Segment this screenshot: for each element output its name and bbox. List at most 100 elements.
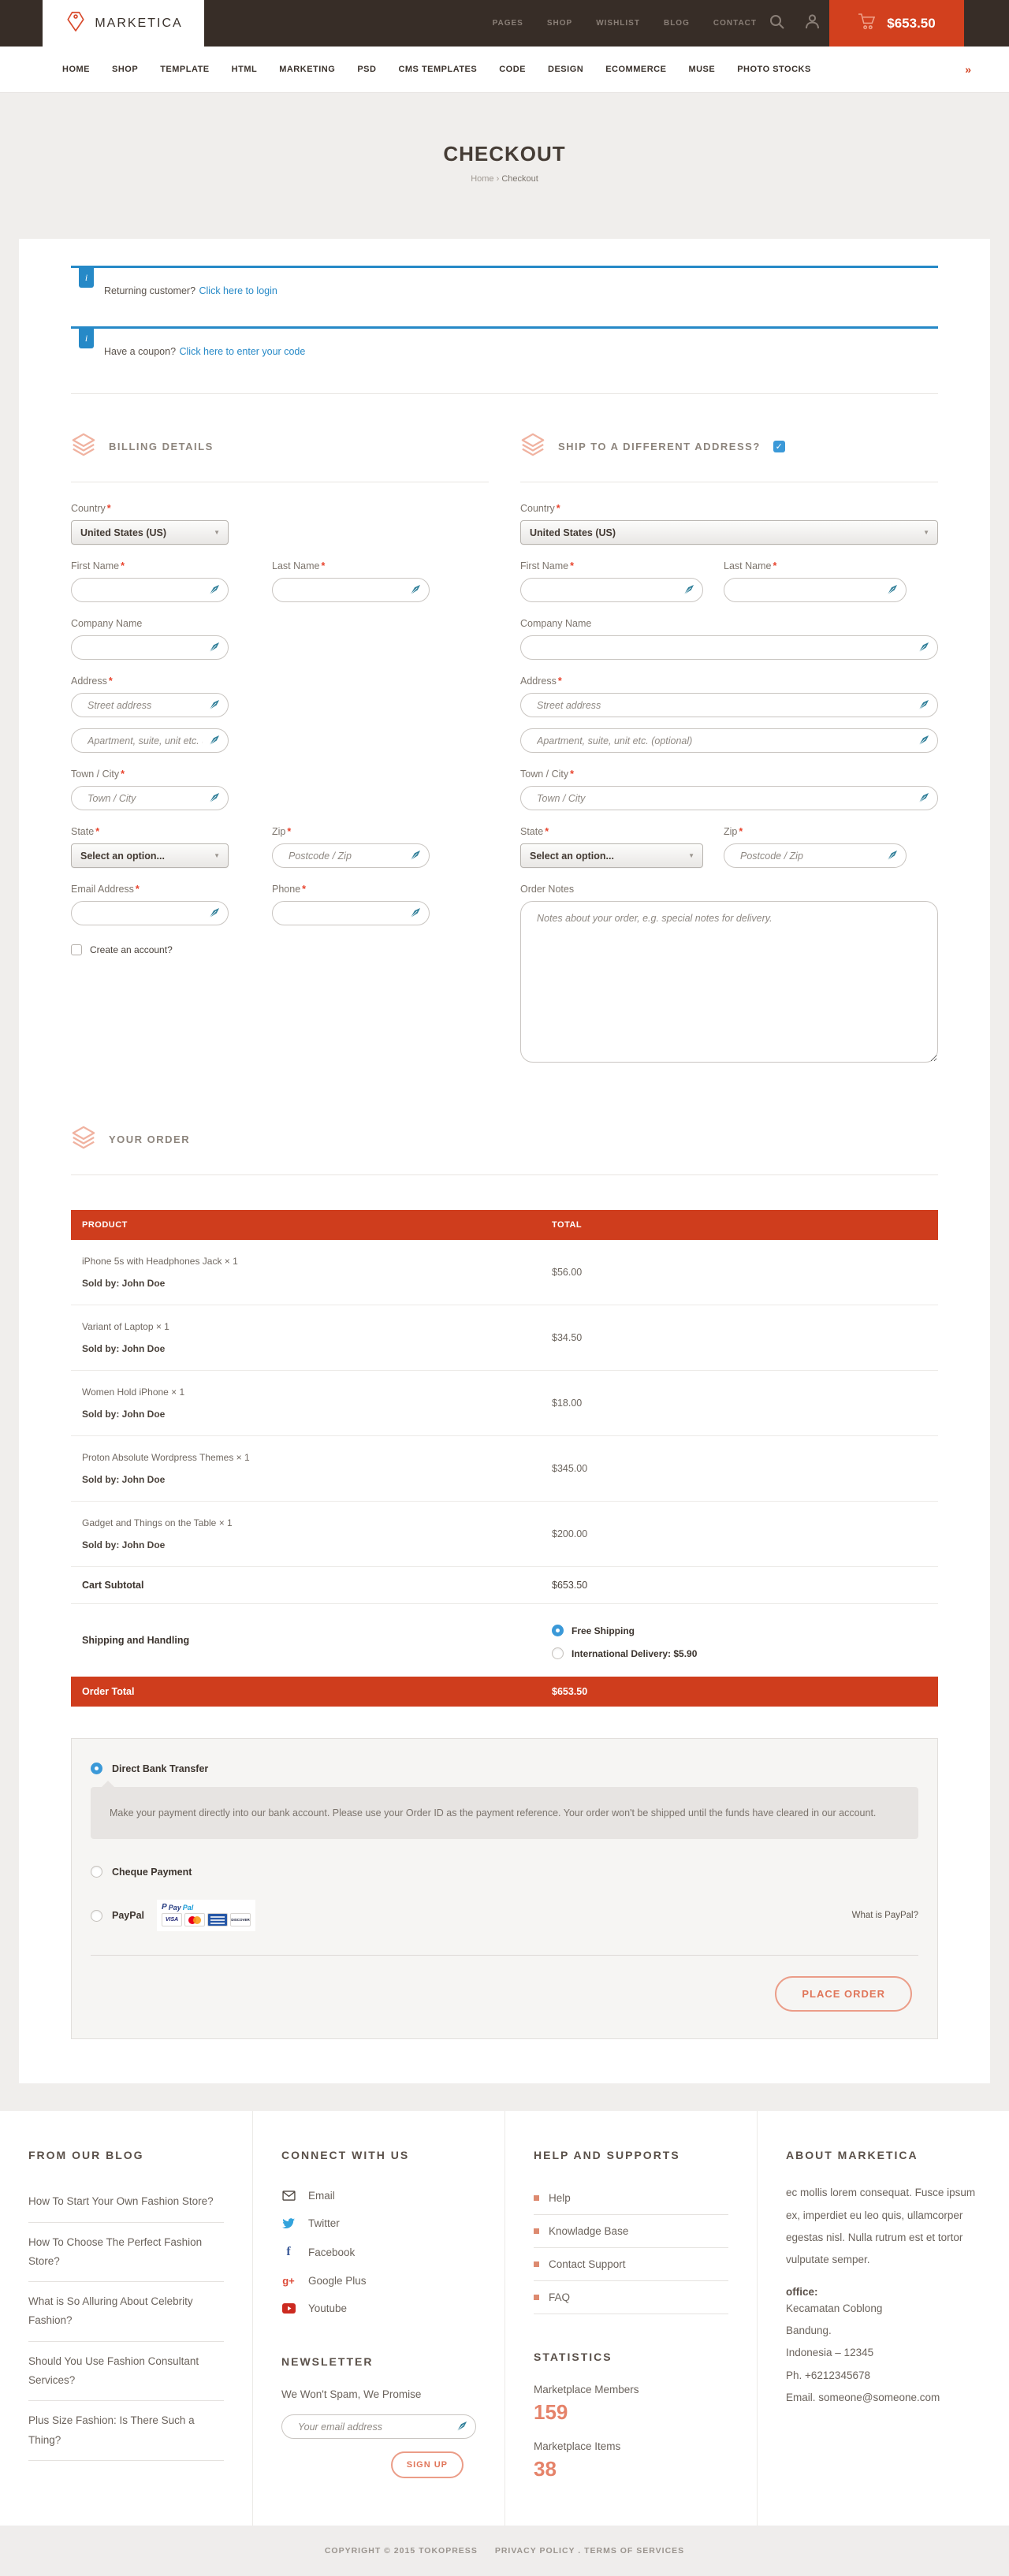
top-nav-item[interactable]: WISHLIST xyxy=(596,19,640,28)
radio-unselected-icon[interactable] xyxy=(91,1866,102,1878)
product-seller: Sold by: John Doe xyxy=(82,1474,541,1485)
shipping-country-select[interactable]: United States (US)▼ xyxy=(520,520,938,545)
main-nav-item[interactable]: ECOMMERCE xyxy=(605,65,666,74)
main-nav-item[interactable]: PSD xyxy=(357,65,376,74)
bank-transfer-option[interactable]: Direct Bank Transfer xyxy=(91,1763,918,1774)
cart-button[interactable]: $653.50 xyxy=(829,0,964,47)
items-label: Marketplace Items xyxy=(534,2440,728,2452)
shipping-first-name-input[interactable] xyxy=(520,578,703,602)
create-account-checkbox-row[interactable]: Create an account? xyxy=(71,944,489,955)
order-notes-textarea[interactable] xyxy=(520,901,938,1063)
twitter-link[interactable]: Twitter xyxy=(281,2209,476,2237)
main-nav-item[interactable]: HOME xyxy=(62,65,90,74)
billing-state-select[interactable]: Select an option...▼ xyxy=(71,843,229,868)
paypal-option[interactable]: PayPal PPayPal VISA DISCOVER What is Pay… xyxy=(91,1900,918,1931)
footer-blog-title: FROM OUR BLOG xyxy=(28,2149,224,2161)
breadcrumb-home[interactable]: Home xyxy=(471,174,493,184)
international-delivery-option[interactable]: International Delivery: $5.90 xyxy=(552,1647,938,1659)
billing-last-name-label: Last Name* xyxy=(272,560,430,571)
email-link[interactable]: Email xyxy=(281,2182,476,2209)
radio-selected-icon[interactable] xyxy=(552,1625,564,1636)
order-total-row: Order Total $653.50 xyxy=(71,1677,938,1707)
billing-street-input[interactable] xyxy=(71,693,229,717)
free-shipping-option[interactable]: Free Shipping xyxy=(552,1625,938,1636)
help-link[interactable]: Help xyxy=(534,2182,728,2215)
newsletter-email-input[interactable] xyxy=(281,2414,476,2439)
billing-company-input[interactable] xyxy=(71,635,229,660)
blog-link[interactable]: How To Choose The Perfect Fashion Store? xyxy=(28,2223,224,2283)
visa-card-icon: VISA xyxy=(162,1913,182,1926)
page-title: CHECKOUT xyxy=(0,142,1009,166)
coupon-link[interactable]: Click here to enter your code xyxy=(180,346,306,357)
help-link[interactable]: Knowladge Base xyxy=(534,2215,728,2248)
billing-last-name-input[interactable] xyxy=(272,578,430,602)
login-link[interactable]: Click here to login xyxy=(199,285,277,296)
twitter-icon xyxy=(281,2218,296,2229)
shipping-state-select[interactable]: Select an option...▼ xyxy=(520,843,703,868)
radio-selected-icon[interactable] xyxy=(91,1763,102,1774)
shipping-company-input[interactable] xyxy=(520,635,938,660)
shipping-street-input[interactable] xyxy=(520,693,938,717)
top-nav-item[interactable]: CONTACT xyxy=(713,19,757,28)
legal-links[interactable]: PRIVACY POLICY . TERMS OF SERVICES xyxy=(495,2546,684,2556)
footer-blog-links: How To Start Your Own Fashion Store?How … xyxy=(28,2182,224,2461)
checkout-card: i Returning customer? Click here to logi… xyxy=(19,239,990,2083)
main-nav-item[interactable]: TEMPLATE xyxy=(160,65,209,74)
place-order-button[interactable]: PLACE ORDER xyxy=(775,1976,912,2012)
cheque-payment-option[interactable]: Cheque Payment xyxy=(91,1866,918,1878)
footer-connect-title: CONNECT WITH US xyxy=(281,2149,476,2161)
what-is-paypal-link[interactable]: What is PayPal? xyxy=(852,1911,918,1920)
main-nav: » HOME SHOP TEMPLATE HTML MARKETING PSD CMS TE… xyxy=(0,47,1009,93)
facebook-link[interactable]: f Facebook xyxy=(281,2237,476,2267)
total-column-header: TOTAL xyxy=(541,1220,938,1230)
billing-country-select[interactable]: United States (US)▼ xyxy=(71,520,229,545)
main-nav-item[interactable]: DESIGN xyxy=(548,65,583,74)
product-name: Variant of Laptop × 1 xyxy=(82,1321,541,1332)
blog-link[interactable]: Plus Size Fashion: Is There Such a Thing… xyxy=(28,2401,224,2461)
billing-first-name-input[interactable] xyxy=(71,578,229,602)
radio-unselected-icon[interactable] xyxy=(552,1647,564,1659)
main-nav-item[interactable]: PHOTO STOCKS xyxy=(737,65,811,74)
product-total: $18.00 xyxy=(541,1398,938,1409)
top-nav-item[interactable]: BLOG xyxy=(664,19,690,28)
statistics-title: STATISTICS xyxy=(534,2351,728,2363)
logo[interactable]: MARKETICA xyxy=(43,0,204,47)
radio-unselected-icon[interactable] xyxy=(91,1910,102,1922)
shipping-apartment-input[interactable] xyxy=(520,728,938,753)
cart-total: $653.50 xyxy=(887,16,935,32)
billing-phone-input[interactable] xyxy=(272,901,430,925)
main-nav-item[interactable]: SHOP xyxy=(112,65,138,74)
main-nav-item[interactable]: CMS TEMPLATES xyxy=(398,65,477,74)
main-nav-item[interactable]: CODE xyxy=(499,65,526,74)
product-total: $34.50 xyxy=(541,1332,938,1343)
top-nav-item[interactable]: SHOP xyxy=(547,19,572,28)
help-link[interactable]: FAQ xyxy=(534,2281,728,2314)
top-nav-item[interactable]: PAGES xyxy=(493,19,523,28)
create-account-checkbox[interactable] xyxy=(71,944,82,955)
search-icon[interactable] xyxy=(769,14,784,33)
youtube-link[interactable]: Youtube xyxy=(281,2295,476,2322)
blog-link[interactable]: Should You Use Fashion Consultant Servic… xyxy=(28,2342,224,2402)
sign-up-button[interactable]: SIGN UP xyxy=(391,2451,464,2478)
user-icon[interactable] xyxy=(805,14,820,33)
main-nav-item[interactable]: MUSE xyxy=(688,65,715,74)
billing-apartment-input[interactable] xyxy=(71,728,229,753)
billing-town-input[interactable] xyxy=(71,786,229,810)
help-link[interactable]: Contact Support xyxy=(534,2248,728,2281)
main-nav-item[interactable]: MARKETING xyxy=(279,65,335,74)
nav-more-icon[interactable]: » xyxy=(965,63,971,76)
blog-link[interactable]: What is So Alluring About Celebrity Fash… xyxy=(28,2282,224,2342)
create-account-label: Create an account? xyxy=(90,944,173,955)
paypal-cards-image: PPayPal VISA DISCOVER xyxy=(157,1900,255,1931)
blog-link[interactable]: How To Start Your Own Fashion Store? xyxy=(28,2182,224,2222)
order-notes-label: Order Notes xyxy=(520,884,938,895)
google-plus-link[interactable]: g+ Google Plus xyxy=(281,2267,476,2295)
order-item-row: Gadget and Things on the Table × 1 Sold … xyxy=(71,1502,938,1567)
ship-different-checkbox[interactable]: ✓ xyxy=(773,441,785,452)
shipping-zip-input[interactable] xyxy=(724,843,907,868)
main-nav-item[interactable]: HTML xyxy=(232,65,258,74)
billing-email-input[interactable] xyxy=(71,901,229,925)
billing-zip-input[interactable] xyxy=(272,843,430,868)
shipping-town-input[interactable] xyxy=(520,786,938,810)
shipping-last-name-input[interactable] xyxy=(724,578,907,602)
